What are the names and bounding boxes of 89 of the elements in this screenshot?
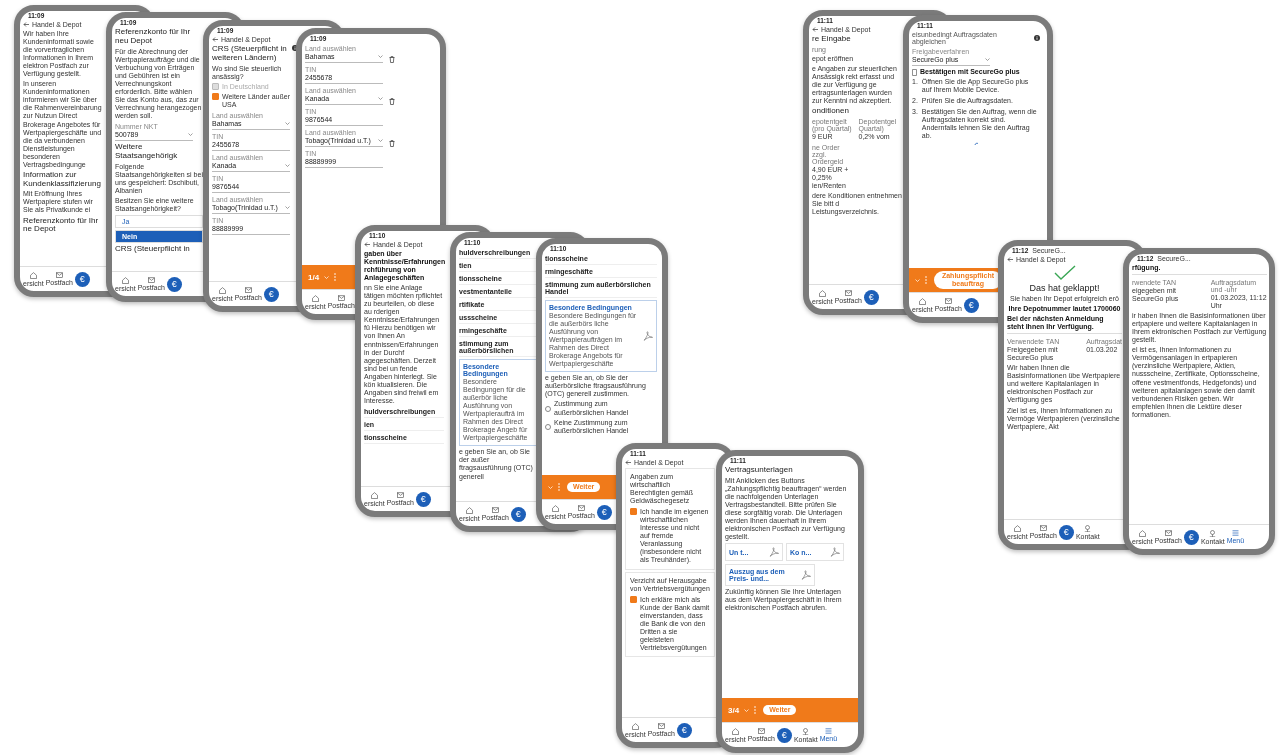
home-icon	[465, 506, 473, 514]
euro-button[interactable]: €	[1183, 529, 1199, 545]
mail-icon	[244, 287, 252, 293]
mail-icon	[337, 295, 345, 301]
caret-icon	[285, 163, 290, 167]
caret-icon	[548, 485, 553, 489]
menu-icon	[824, 728, 832, 734]
home-icon	[121, 276, 129, 284]
caret-icon	[285, 205, 290, 209]
euro-button[interactable]: €	[1058, 524, 1074, 540]
caret-icon	[378, 55, 383, 58]
home-icon	[551, 504, 559, 512]
section-heading: Weitere Staatsangehörigk	[115, 143, 179, 161]
section-heading: CRS (Steuerpflicht in weiteren Ländern)	[212, 45, 288, 63]
back-arrow-icon[interactable]	[625, 460, 631, 465]
mail-icon	[55, 272, 63, 278]
pdf-icon	[830, 547, 840, 558]
euro-button[interactable]: €	[963, 297, 979, 313]
mail-icon	[944, 298, 952, 304]
pdf-icon	[801, 570, 811, 581]
home-icon	[818, 289, 826, 297]
mail-icon	[757, 728, 765, 734]
caret-icon	[285, 121, 290, 125]
euro-button[interactable]: €	[415, 491, 431, 507]
step-counter: 1/4	[308, 272, 320, 282]
home-icon	[918, 297, 926, 305]
caret-icon	[324, 275, 330, 279]
back-arrow-icon[interactable]	[812, 27, 818, 32]
back-arrow-icon[interactable]	[1007, 257, 1013, 262]
caret-icon	[915, 278, 920, 282]
spinner-icon	[973, 142, 979, 148]
caret-icon	[378, 97, 383, 100]
euro-button[interactable]: €	[776, 727, 792, 743]
mail-icon	[1164, 530, 1172, 536]
back-arrow-icon[interactable]	[212, 37, 218, 42]
mail-icon	[491, 507, 499, 513]
step-counter: 3/4	[728, 705, 740, 715]
caret-icon	[378, 139, 383, 142]
home-icon	[1138, 529, 1146, 537]
home-icon	[29, 271, 37, 279]
pdf-icon	[643, 331, 653, 342]
person-icon	[1084, 524, 1092, 532]
person-icon	[802, 727, 810, 735]
euro-button[interactable]: €	[863, 289, 879, 305]
section-heading: CRS (Steuerpflicht in	[115, 244, 191, 254]
caret-icon	[188, 133, 193, 136]
mail-icon	[657, 723, 665, 729]
euro-button[interactable]: €	[74, 271, 90, 287]
euro-button[interactable]: €	[510, 506, 526, 522]
euro-button[interactable]: €	[263, 286, 279, 302]
euro-button[interactable]: €	[596, 504, 612, 520]
back-arrow-icon[interactable]	[364, 242, 370, 247]
person-icon	[1209, 529, 1217, 537]
section-heading: Referenzkonto für Ihr neu Depot	[115, 28, 192, 46]
smartphone-icon	[912, 68, 917, 76]
home-icon	[1013, 524, 1021, 532]
checkbox[interactable]	[630, 595, 637, 603]
mail-icon	[577, 505, 585, 511]
euro-button[interactable]: €	[166, 276, 182, 292]
mail-icon	[844, 290, 852, 296]
section-heading: re Eingabe	[812, 35, 852, 44]
info-icon	[1034, 35, 1040, 41]
trash-icon[interactable]	[389, 98, 395, 105]
home-icon	[218, 286, 226, 294]
more-options-icon[interactable]	[754, 706, 757, 714]
trash-icon[interactable]	[389, 56, 395, 63]
menu-icon	[1231, 530, 1239, 536]
section-heading: Referenzkonto für Ihr ne Depot	[23, 216, 100, 235]
mail-icon	[147, 277, 155, 283]
checkbox[interactable]	[212, 92, 219, 100]
home-icon	[311, 294, 319, 302]
mail-icon	[396, 492, 404, 498]
caret-icon	[985, 58, 990, 61]
home-icon	[731, 727, 739, 735]
more-options-icon[interactable]	[334, 273, 337, 281]
checkmark-icon	[1053, 265, 1076, 281]
pdf-icon	[769, 547, 779, 558]
section-heading: Information zur Kundenklassifizierung	[23, 170, 102, 189]
section-heading: Vertragsunterlagen	[725, 466, 794, 475]
back-arrow-icon[interactable]	[23, 22, 29, 27]
mail-icon	[1039, 525, 1047, 531]
checkbox[interactable]	[630, 508, 637, 516]
trash-icon[interactable]	[389, 140, 395, 147]
home-icon	[370, 491, 378, 499]
success-title: Das hat geklappt!	[1028, 283, 1101, 293]
euro-button[interactable]: €	[676, 722, 692, 738]
section-heading: onditionen	[812, 107, 850, 116]
caret-icon	[744, 708, 750, 712]
home-icon	[631, 722, 639, 730]
